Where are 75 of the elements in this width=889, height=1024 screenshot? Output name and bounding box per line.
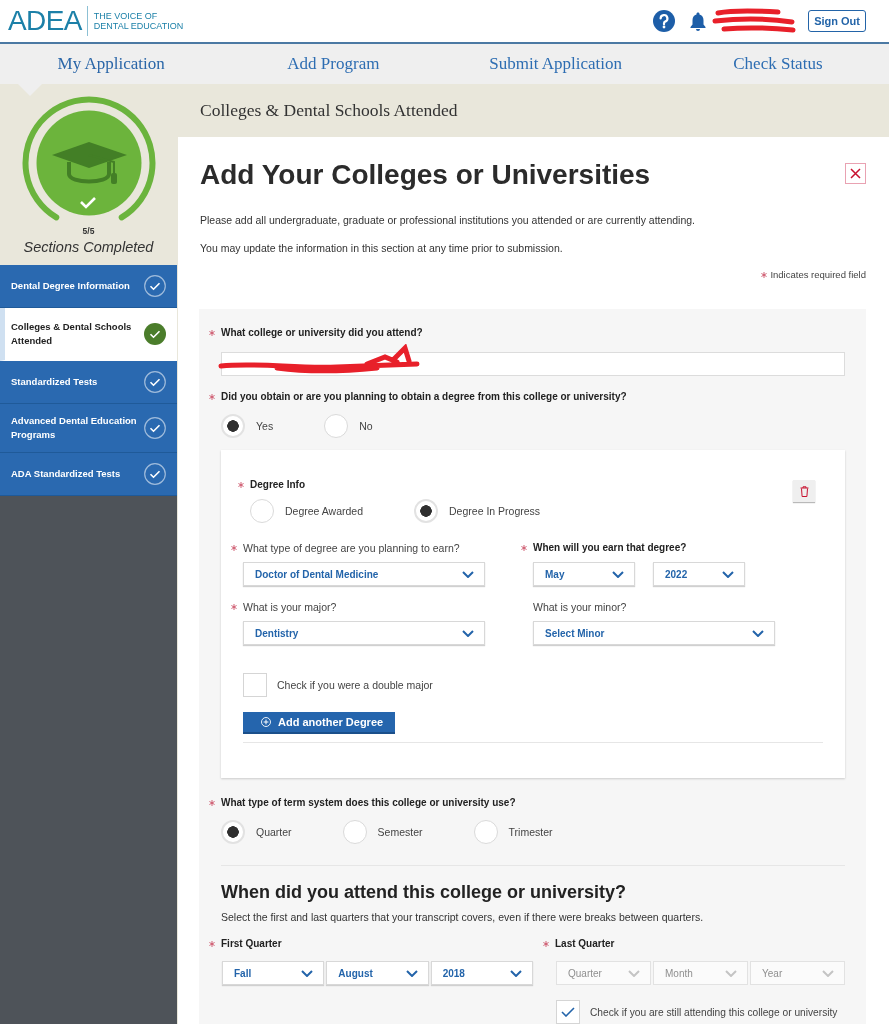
- radio-button[interactable]: [221, 414, 245, 438]
- field-label: What is your minor?: [533, 600, 627, 615]
- chevron-down-icon: [462, 570, 474, 578]
- chevron-down-icon: [301, 969, 314, 977]
- check-icon: [561, 1007, 575, 1017]
- required-note: Indicates required field: [770, 268, 866, 282]
- field-label: Did you obtain or are you planning to obtain a degree from this college or university?: [221, 390, 627, 404]
- dropdown[interactable]: Dentistry: [243, 621, 485, 645]
- close-button[interactable]: [845, 163, 866, 184]
- field-label: When will you earn that degree?: [533, 541, 687, 555]
- sidebar-item[interactable]: Standardized Tests: [0, 361, 177, 404]
- chevron-down-icon: [510, 969, 522, 977]
- chevron-down-icon: [612, 570, 624, 578]
- field-label: Degree Info: [250, 478, 305, 492]
- hint-text: Select the first and last quarters that your transcript covers, even if there were breaks between quarters.: [221, 910, 705, 925]
- chevron-down-icon: [822, 969, 834, 977]
- close-icon: [850, 168, 861, 179]
- radio-label[interactable]: Trimester: [508, 826, 553, 838]
- sidebar-item[interactable]: Advanced Dental Education Programs: [0, 404, 177, 453]
- checkbox-label[interactable]: Check if you are still attending this college or university: [590, 1006, 838, 1018]
- logo-wordmark: ADEA: [8, 6, 82, 36]
- radio-label[interactable]: Degree In Progress: [449, 505, 541, 517]
- checkbox[interactable]: [556, 1000, 580, 1024]
- radio-label[interactable]: Quarter: [256, 826, 292, 838]
- add-degree-button[interactable]: Add another Degree: [243, 712, 396, 734]
- chevron-down-icon: [405, 969, 418, 977]
- chevron-down-icon: [752, 629, 764, 637]
- dropdown[interactable]: 2018: [430, 961, 533, 985]
- dropdown[interactable]: Fall: [222, 961, 325, 985]
- plus-circle-icon: [261, 717, 271, 727]
- checkbox[interactable]: [243, 673, 267, 697]
- radio-button[interactable]: [250, 499, 274, 523]
- field-label: What type of degree are you planning to earn?: [243, 541, 460, 556]
- field-label: What is your major?: [243, 600, 337, 615]
- radio-label[interactable]: Degree Awarded: [285, 505, 364, 517]
- intro-text: Please add all undergraduate, graduate or professional institutions you attended or are currently attending.: [200, 213, 696, 228]
- progress-caption: Sections Completed: [23, 238, 154, 256]
- field-label: Last Quarter: [555, 937, 615, 951]
- trash-icon: [799, 485, 809, 497]
- sidebar-item[interactable]: ADA Standardized Tests: [0, 453, 177, 496]
- radio-label[interactable]: Yes: [256, 420, 274, 432]
- radio-button[interactable]: [473, 820, 498, 844]
- field-label: What type of term system does this college or university use?: [221, 796, 516, 810]
- page-heading: Add Your Colleges or Universities: [200, 158, 651, 192]
- chevron-down-icon: [462, 629, 474, 637]
- dropdown[interactable]: May: [533, 562, 635, 586]
- chevron-down-icon: [725, 969, 737, 977]
- section-heading: When did you attend this college or university?: [221, 881, 628, 904]
- field-label: First Quarter: [221, 937, 282, 951]
- dropdown[interactable]: Select Minor: [533, 621, 775, 645]
- radio-button[interactable]: [342, 820, 367, 844]
- chevron-down-icon: [722, 570, 734, 578]
- radio-button[interactable]: [324, 414, 349, 438]
- radio-label[interactable]: Semester: [377, 826, 423, 838]
- intro-text: You may update the information in this section at any time prior to submission.: [200, 241, 564, 256]
- chevron-down-icon: [628, 969, 640, 977]
- sidebar-item[interactable]: Colleges & Dental Schools Attended: [0, 308, 177, 361]
- graduation-cap-icon: [35, 110, 142, 216]
- field-label: What college or university did you attend?: [221, 326, 423, 340]
- help-icon[interactable]: [653, 10, 676, 32]
- dropdown[interactable]: 2022: [653, 562, 745, 586]
- progress-count: 5/5: [82, 226, 95, 236]
- bell-icon[interactable]: [689, 11, 708, 31]
- delete-button[interactable]: [793, 480, 815, 502]
- radio-label[interactable]: No: [359, 420, 373, 432]
- sidebar-item[interactable]: Dental Degree Information: [0, 265, 177, 308]
- radio-button[interactable]: [414, 499, 439, 523]
- sign-out-button[interactable]: Sign Out: [808, 10, 866, 32]
- logo-tagline: THE VOICE OF DENTAL EDUCATION: [93, 10, 184, 32]
- dropdown[interactable]: August: [326, 961, 429, 985]
- required-icon: [761, 272, 768, 278]
- radio-button[interactable]: [221, 820, 245, 844]
- dropdown[interactable]: Doctor of Dental Medicine: [243, 562, 485, 586]
- checkbox-label[interactable]: Check if you were a double major: [277, 679, 433, 691]
- page-title: Colleges & Dental Schools Attended: [200, 100, 458, 121]
